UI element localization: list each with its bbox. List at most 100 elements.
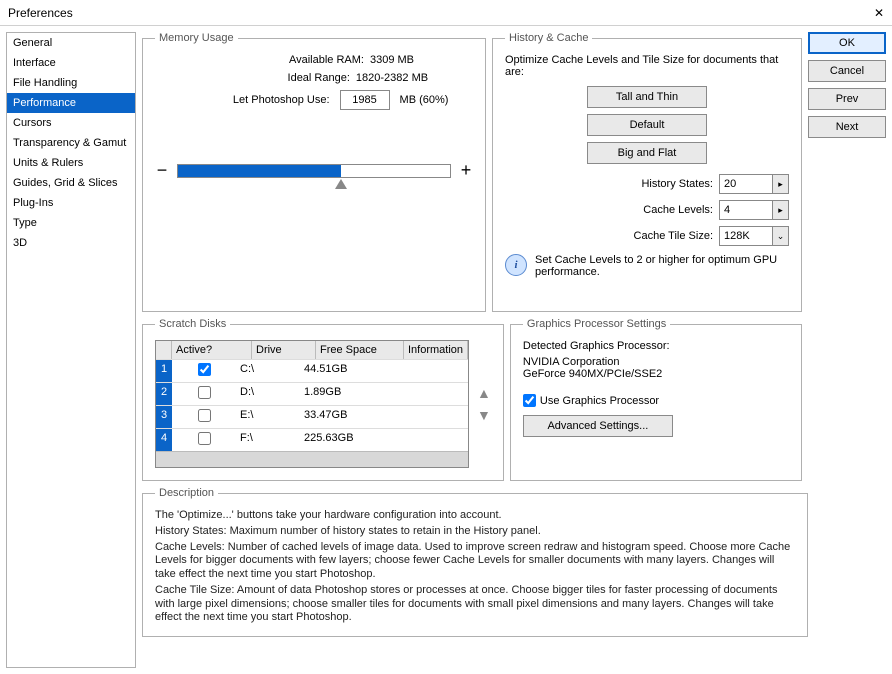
active-checkbox[interactable] xyxy=(198,409,211,422)
prev-button[interactable]: Prev xyxy=(808,88,886,110)
scratch-table-header: Active? Drive Free Space Information xyxy=(156,341,468,359)
sidebar-item-3d[interactable]: 3D xyxy=(7,233,135,253)
memory-usage-group: Memory Usage Available RAM: 3309 MB Idea… xyxy=(142,32,486,312)
active-checkbox[interactable] xyxy=(198,432,211,445)
row-info xyxy=(388,429,468,451)
scratch-table: Active? Drive Free Space Information 1 C:… xyxy=(155,340,469,468)
gpu-card: GeForce 940MX/PCIe/SSE2 xyxy=(523,368,789,380)
move-down-icon[interactable]: ▼ xyxy=(477,407,491,423)
let-use-input[interactable] xyxy=(340,90,390,110)
cache-tile-dropdown-icon[interactable]: ⌄ xyxy=(773,226,789,246)
sidebar-item-transparency-gamut[interactable]: Transparency & Gamut xyxy=(7,133,135,153)
cache-levels-label: Cache Levels: xyxy=(643,204,713,216)
active-checkbox[interactable] xyxy=(198,363,211,376)
category-sidebar: GeneralInterfaceFile HandlingPerformance… xyxy=(6,32,136,668)
sidebar-item-units-rulers[interactable]: Units & Rulers xyxy=(7,153,135,173)
gpu-vendor: NVIDIA Corporation xyxy=(523,356,789,368)
let-use-suffix: MB (60%) xyxy=(400,94,449,106)
history-states-stepper[interactable]: ▸ xyxy=(773,174,789,194)
history-cache-group: History & Cache Optimize Cache Levels an… xyxy=(492,32,802,312)
available-ram-value: 3309 MB xyxy=(370,54,414,66)
move-up-icon[interactable]: ▲ xyxy=(477,385,491,401)
scratch-scrollbar[interactable] xyxy=(156,451,468,467)
row-active-cell[interactable] xyxy=(172,406,236,428)
row-free: 225.63GB xyxy=(300,429,388,451)
sidebar-item-cursors[interactable]: Cursors xyxy=(7,113,135,133)
history-legend: History & Cache xyxy=(505,32,592,44)
table-row[interactable]: 1 C:\44.51GB xyxy=(156,359,468,382)
default-button[interactable]: Default xyxy=(587,114,707,136)
close-icon[interactable]: ✕ xyxy=(874,6,884,20)
ideal-range-value: 1820-2382 MB xyxy=(356,72,428,84)
desc-line-3: Cache Levels: Number of cached levels of… xyxy=(155,541,795,582)
sidebar-item-performance[interactable]: Performance xyxy=(7,93,135,113)
memory-legend: Memory Usage xyxy=(155,32,238,44)
table-row[interactable]: 2 D:\1.89GB xyxy=(156,382,468,405)
big-flat-button[interactable]: Big and Flat xyxy=(587,142,707,164)
col-info: Information xyxy=(404,341,468,359)
description-legend: Description xyxy=(155,487,218,499)
row-drive: C:\ xyxy=(236,360,300,382)
info-icon: i xyxy=(505,254,527,276)
cancel-button[interactable]: Cancel xyxy=(808,60,886,82)
memory-slider[interactable] xyxy=(177,164,451,178)
cache-levels-input[interactable] xyxy=(719,200,773,220)
window-title: Preferences xyxy=(8,6,73,20)
use-gpu-checkbox[interactable] xyxy=(523,394,536,407)
sidebar-item-type[interactable]: Type xyxy=(7,213,135,233)
desc-line-2: History States: Maximum number of histor… xyxy=(155,525,795,539)
next-button[interactable]: Next xyxy=(808,116,886,138)
cache-tile-select[interactable] xyxy=(719,226,773,246)
row-free: 44.51GB xyxy=(300,360,388,382)
advanced-settings-button[interactable]: Advanced Settings... xyxy=(523,415,673,437)
ok-button[interactable]: OK xyxy=(808,32,886,54)
detected-gpu-label: Detected Graphics Processor: xyxy=(523,340,789,352)
sidebar-item-plug-ins[interactable]: Plug-Ins xyxy=(7,193,135,213)
cache-tile-label: Cache Tile Size: xyxy=(634,230,713,242)
scratch-disks-group: Scratch Disks Active? Drive Free Space I… xyxy=(142,318,504,481)
row-number: 2 xyxy=(156,383,172,405)
active-checkbox[interactable] xyxy=(198,386,211,399)
row-active-cell[interactable] xyxy=(172,383,236,405)
sidebar-item-guides-grid-slices[interactable]: Guides, Grid & Slices xyxy=(7,173,135,193)
slider-plus-button[interactable]: + xyxy=(459,160,473,181)
sidebar-item-interface[interactable]: Interface xyxy=(7,53,135,73)
gpu-legend: Graphics Processor Settings xyxy=(523,318,670,330)
row-number: 4 xyxy=(156,429,172,451)
use-gpu-label: Use Graphics Processor xyxy=(540,395,659,407)
gpu-settings-group: Graphics Processor Settings Detected Gra… xyxy=(510,318,802,481)
slider-thumb[interactable] xyxy=(335,179,347,189)
ideal-range-label: Ideal Range: xyxy=(200,72,350,84)
table-row[interactable]: 3E:\33.47GB xyxy=(156,405,468,428)
row-info xyxy=(388,360,468,382)
desc-line-4: Cache Tile Size: Amount of data Photosho… xyxy=(155,584,795,625)
slider-minus-button[interactable]: − xyxy=(155,160,169,181)
col-drive: Drive xyxy=(252,341,316,359)
row-drive: D:\ xyxy=(236,383,300,405)
slider-fill xyxy=(178,165,341,177)
row-active-cell[interactable] xyxy=(172,360,236,382)
row-free: 1.89GB xyxy=(300,383,388,405)
row-info xyxy=(388,383,468,405)
desc-line-1: The 'Optimize...' buttons take your hard… xyxy=(155,509,795,523)
row-number: 1 xyxy=(156,360,172,382)
history-intro: Optimize Cache Levels and Tile Size for … xyxy=(505,54,789,78)
row-active-cell[interactable] xyxy=(172,429,236,451)
tall-thin-button[interactable]: Tall and Thin xyxy=(587,86,707,108)
cache-info-text: Set Cache Levels to 2 or higher for opti… xyxy=(535,254,789,278)
sidebar-item-general[interactable]: General xyxy=(7,33,135,53)
col-active: Active? xyxy=(172,341,252,359)
col-free: Free Space xyxy=(316,341,404,359)
description-group: Description The 'Optimize...' buttons ta… xyxy=(142,487,808,637)
cache-levels-stepper[interactable]: ▸ xyxy=(773,200,789,220)
scratch-legend: Scratch Disks xyxy=(155,318,230,330)
row-drive: E:\ xyxy=(236,406,300,428)
sidebar-item-file-handling[interactable]: File Handling xyxy=(7,73,135,93)
available-ram-label: Available RAM: xyxy=(214,54,364,66)
history-states-input[interactable] xyxy=(719,174,773,194)
history-states-label: History States: xyxy=(641,178,713,190)
row-info xyxy=(388,406,468,428)
table-row[interactable]: 4 F:\225.63GB xyxy=(156,428,468,451)
row-drive: F:\ xyxy=(236,429,300,451)
row-number: 3 xyxy=(156,406,172,428)
